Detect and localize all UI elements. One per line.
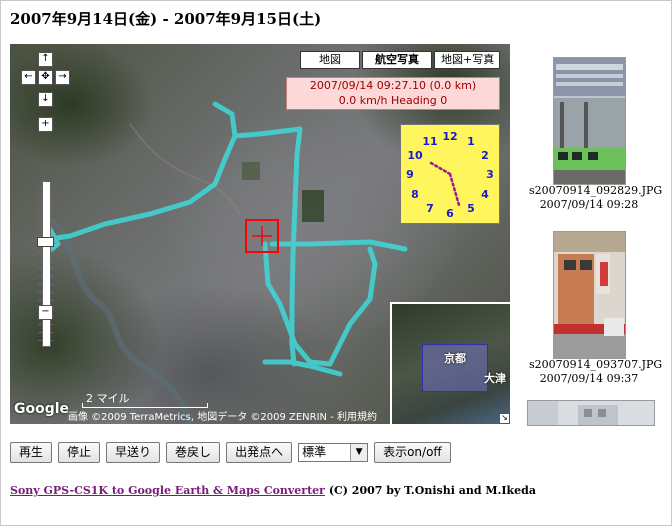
- stop-button[interactable]: 停止: [58, 442, 101, 463]
- pan-down-button[interactable]: ↓: [38, 92, 53, 107]
- photo-thumbnail[interactable]: [553, 231, 626, 359]
- pan-left-button[interactable]: ←: [21, 70, 36, 85]
- overview-label-other: 大津: [484, 372, 506, 385]
- page-title: 2007年9月14日(金) - 2007年9月15日(土): [10, 10, 322, 28]
- map-type-satellite-button[interactable]: 航空写真: [362, 51, 432, 69]
- pan-up-button[interactable]: ↑: [38, 52, 53, 67]
- photo-datetime: 2007/09/14 09:28: [539, 198, 639, 211]
- playback-controls: 再生 停止 早送り 巻戻し 出発点へ 標準 ▼ 表示on/off: [10, 442, 457, 463]
- zoom-in-button[interactable]: +: [38, 117, 53, 132]
- zoom-slider-handle[interactable]: [37, 237, 54, 247]
- map-type-map-button[interactable]: 地図: [300, 51, 360, 69]
- photo-thumbnail[interactable]: [553, 57, 626, 185]
- pan-right-button[interactable]: →: [55, 70, 70, 85]
- position-info-speed: 0.0 km/h Heading 0: [338, 94, 448, 107]
- footer: Sony GPS-CS1K to Google Earth & Maps Con…: [10, 484, 536, 497]
- position-info-time: 2007/09/14 09:27.10 (0.0 km): [309, 79, 477, 92]
- overview-label-city: 京都: [444, 352, 466, 365]
- chevron-down-icon[interactable]: ▼: [350, 444, 368, 461]
- footer-copyright: (C) 2007 by T.Onishi and M.Ikeda: [324, 484, 536, 497]
- photo-thumbnail[interactable]: [527, 400, 655, 426]
- photo-filename: s20070914_092829.JPG: [529, 184, 663, 197]
- converter-link[interactable]: Sony GPS-CS1K to Google Earth & Maps Con…: [10, 484, 325, 497]
- zoom-slider-track[interactable]: [42, 181, 51, 347]
- fast-forward-button[interactable]: 早送り: [106, 442, 161, 463]
- rewind-button[interactable]: 巻戻し: [166, 442, 221, 463]
- photo-datetime: 2007/09/14 09:37: [539, 372, 639, 385]
- pan-center-button[interactable]: ✥: [38, 70, 53, 85]
- overview-map[interactable]: 京都 大津 ↘: [390, 302, 510, 424]
- play-button[interactable]: 再生: [10, 442, 53, 463]
- map-copyright: 画像 ©2009 TerraMetrics, 地図データ ©2009 ZENRI…: [68, 412, 377, 423]
- speed-select[interactable]: 標準 ▼: [298, 443, 369, 462]
- map-view[interactable]: ↑ ← ✥ → ↓ + − 地図 航空写真 地図+写真 2007/09/14 0…: [10, 44, 510, 424]
- google-logo: Google: [14, 401, 70, 417]
- map-type-bar: 地図 航空写真 地図+写真: [298, 51, 500, 69]
- go-to-start-button[interactable]: 出発点へ: [226, 442, 293, 463]
- position-info-box: 2007/09/14 09:27.10 (0.0 km) 0.0 km/h He…: [286, 77, 500, 110]
- speed-select-value: 標準: [302, 445, 327, 459]
- resize-corner-icon[interactable]: ↘: [499, 413, 510, 424]
- clock-hands: [429, 161, 461, 207]
- photo-filename: s20070914_093707.JPG: [529, 358, 663, 371]
- gps-track: [47, 101, 408, 377]
- zoom-out-button[interactable]: −: [38, 305, 53, 320]
- map-type-hybrid-button[interactable]: 地図+写真: [434, 51, 500, 69]
- display-toggle-button[interactable]: 表示on/off: [374, 442, 451, 463]
- analog-clock: 12 1 2 3 4 5 6 7 8 9 10 11: [400, 124, 500, 224]
